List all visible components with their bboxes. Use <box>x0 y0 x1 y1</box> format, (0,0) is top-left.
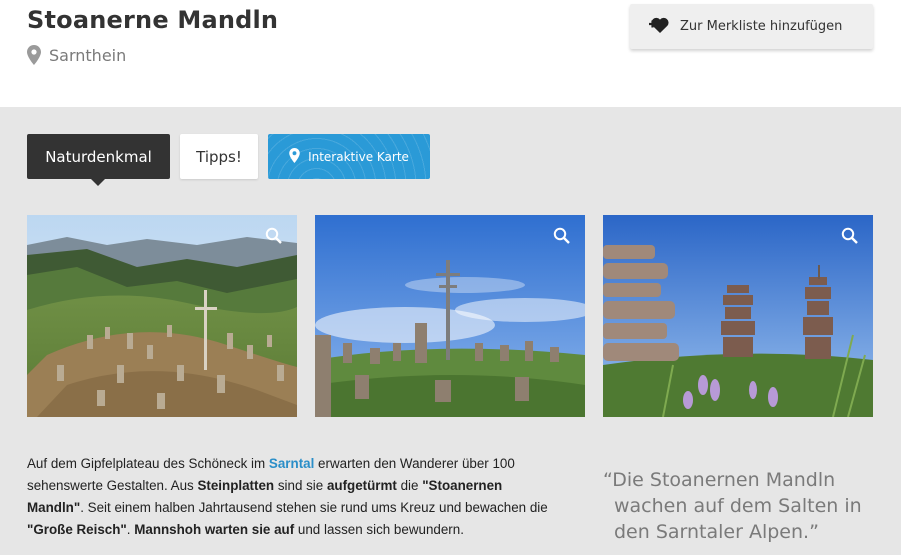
map-pin-icon <box>289 147 300 166</box>
heart-plus-icon <box>648 16 670 38</box>
location: Sarnthein <box>27 45 126 65</box>
tab-interactive-map[interactable]: Interaktive Karte <box>268 134 430 179</box>
photo-gallery <box>27 215 873 417</box>
tab-naturdenkmal[interactable]: Naturdenkmal <box>27 134 170 186</box>
tab-label: Interaktive Karte <box>308 149 409 164</box>
gallery-photo-3[interactable] <box>603 215 873 417</box>
cairn-plateau-photo <box>27 215 297 417</box>
magnifier-icon <box>265 227 282 244</box>
description-text: Auf dem Gipfelplateau des Schöneck im Sa… <box>27 456 548 537</box>
magnifier-icon <box>553 227 570 244</box>
tab-label: Naturdenkmal <box>45 147 152 166</box>
add-to-wishlist-label: Zur Merkliste hinzufügen <box>680 19 843 34</box>
pull-quote: “Die Stoanernen Mandln wachen auf dem Sa… <box>603 467 893 545</box>
sarntal-link[interactable]: Sarntal <box>269 456 314 471</box>
quote-line: den Sarntaler Alpen.” <box>614 521 819 543</box>
gallery-photo-1[interactable] <box>27 215 297 417</box>
content-panel: Naturdenkmal Tipps! Interaktive Karte Au… <box>0 107 901 555</box>
magnifier-icon <box>841 227 858 244</box>
quote-line: wachen auf dem Salten in <box>614 495 862 517</box>
map-pin-icon <box>27 45 41 65</box>
summit-cross-photo <box>315 215 585 417</box>
tab-tipps[interactable]: Tipps! <box>180 134 258 179</box>
gallery-photo-2[interactable] <box>315 215 585 417</box>
tab-bar: Naturdenkmal Tipps! Interaktive Karte <box>27 134 430 186</box>
quote-line: “Die Stoanernen Mandln <box>603 469 836 491</box>
stone-stacks-crocus-photo <box>603 215 873 417</box>
add-to-wishlist-button[interactable]: Zur Merkliste hinzufügen <box>630 4 873 49</box>
location-label: Sarnthein <box>49 45 127 65</box>
tab-label: Tipps! <box>196 147 242 166</box>
page-header: Stoanerne Mandln Sarnthein Zur Merkliste… <box>0 0 901 107</box>
page-title: Stoanerne Mandln <box>27 6 279 34</box>
